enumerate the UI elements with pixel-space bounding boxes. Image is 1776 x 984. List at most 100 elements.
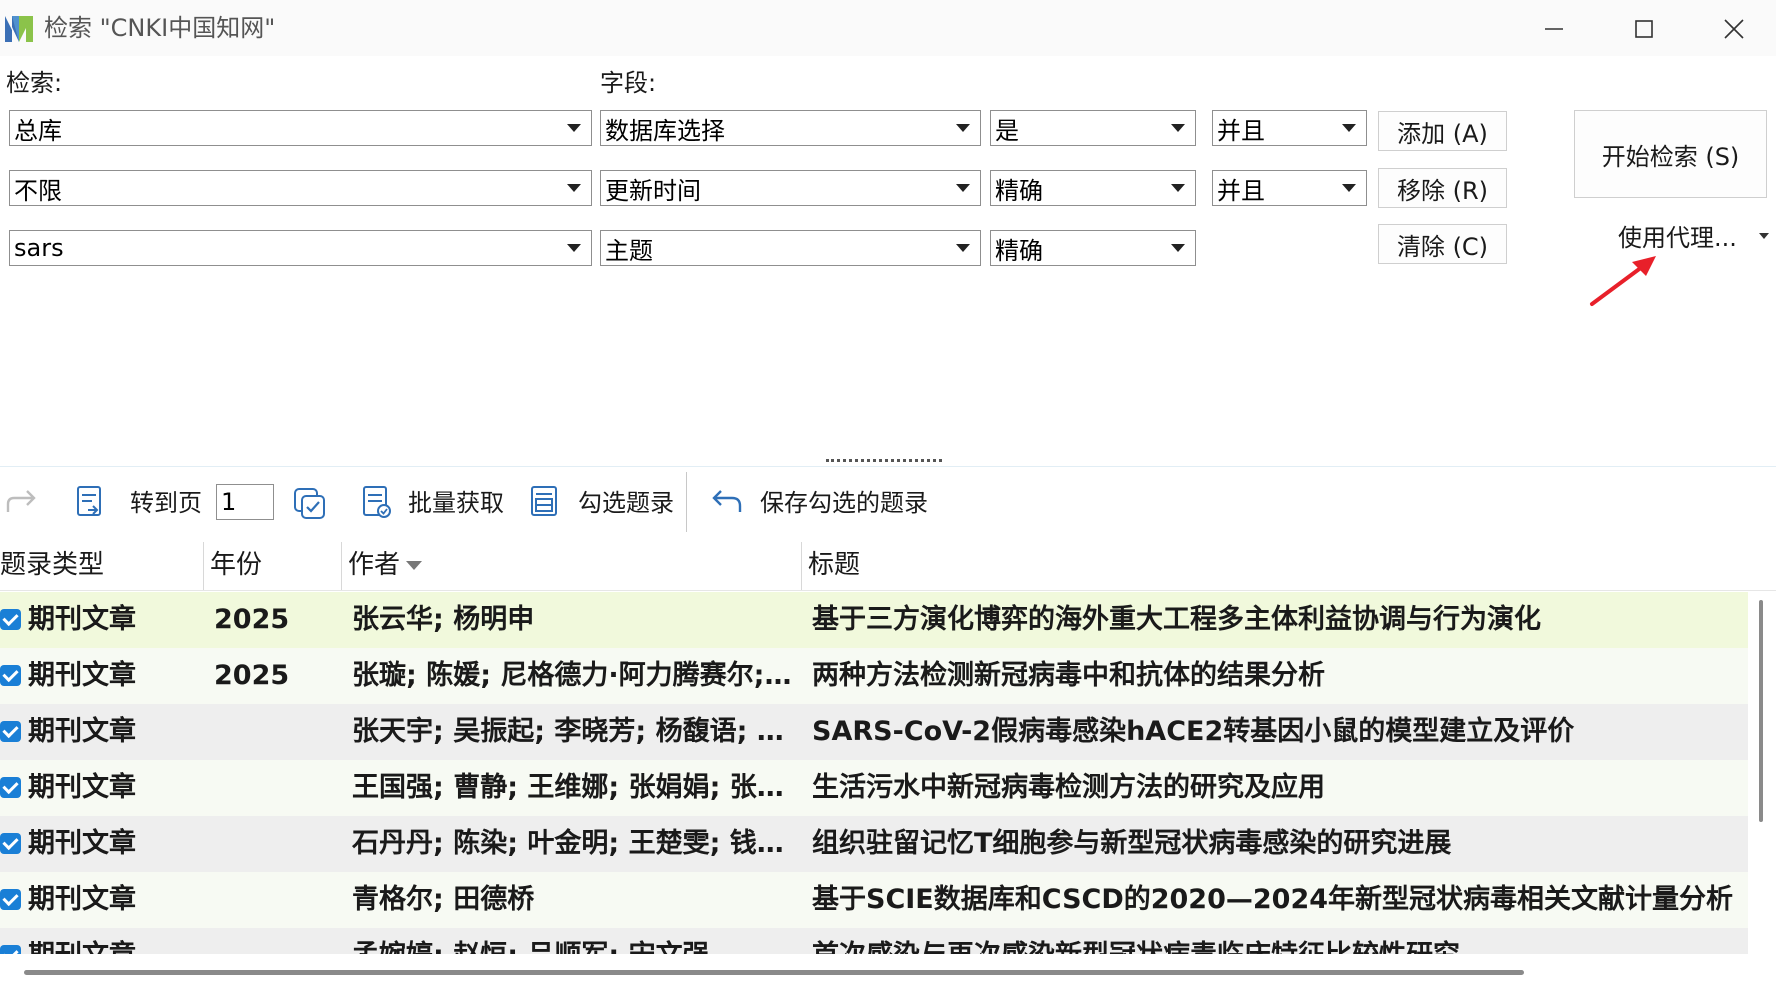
scope-select-1[interactable]: 总库 [9, 110, 592, 146]
splitter-grip[interactable] [826, 459, 942, 466]
scope-select-2-value: 不限 [14, 176, 62, 205]
scope-select-2[interactable]: 不限 [9, 170, 592, 206]
row-year: 2025 [214, 660, 290, 691]
dropdown-arrow-icon [567, 244, 581, 252]
row-title: 组织驻留记忆T细胞参与新型冠状病毒感染的研究进展 [812, 828, 1452, 859]
row-checkbox[interactable] [0, 665, 21, 686]
column-divider[interactable] [341, 542, 342, 590]
logic-select-2[interactable]: 并且 [1212, 170, 1367, 206]
confirm-copy-icon[interactable] [292, 486, 328, 522]
start-search-button[interactable]: 开始检索 (S) [1574, 110, 1767, 198]
row-type: 期刊文章 [28, 660, 136, 691]
table-row[interactable]: 期刊文章 青格尔; 田德桥 基于SCIE数据库和CSCD的2020—2024年新… [0, 872, 1748, 928]
maximize-button[interactable] [1606, 8, 1682, 50]
column-header-title[interactable]: 标题 [808, 540, 860, 590]
search-label: 检索: [6, 69, 63, 97]
scope-select-3[interactable]: sars [9, 230, 592, 266]
match-select-3[interactable]: 精确 [990, 230, 1196, 266]
dropdown-arrow-icon [567, 184, 581, 192]
table-header [0, 540, 1776, 591]
row-checkbox[interactable] [0, 721, 21, 742]
column-header-authors[interactable]: 作者 [348, 540, 423, 590]
table-row[interactable]: 期刊文章 孟婉婷; 赵恒; 吕顺军; 宋文强 首次感染与再次感染新型冠状病毒临床… [0, 928, 1748, 954]
window-title: 检索 "CNKI中国知网" [44, 14, 276, 42]
annotation-arrow-icon [1590, 256, 1656, 306]
row-checkbox[interactable] [0, 889, 21, 910]
row-authors: 张璇; 陈媛; 尼格德力·阿力腾赛尔; ... [352, 660, 796, 691]
table-row[interactable]: 期刊文章 2025 张云华; 杨明申 基于三方演化博弈的海外重大工程多主体利益协… [0, 592, 1748, 648]
add-button[interactable]: 添加 (A) [1378, 111, 1507, 151]
logic-select-2-value: 并且 [1217, 176, 1265, 205]
row-type: 期刊文章 [28, 604, 136, 635]
page-number-input[interactable] [216, 484, 274, 520]
close-button[interactable] [1696, 8, 1772, 50]
select-records-icon[interactable] [526, 484, 562, 520]
row-checkbox[interactable] [0, 833, 21, 854]
field-select-2[interactable]: 更新时间 [600, 170, 981, 206]
row-type: 期刊文章 [28, 772, 136, 803]
use-proxy-label: 使用代理... [1618, 224, 1737, 252]
column-header-authors-label: 作者 [348, 550, 401, 580]
select-records-label[interactable]: 勾选题录 [578, 488, 674, 518]
forward-arrow-icon[interactable] [4, 484, 40, 520]
logic-select-1-value: 并且 [1217, 116, 1265, 145]
match-select-2[interactable]: 精确 [990, 170, 1196, 206]
field-select-3-value: 主题 [605, 236, 653, 265]
row-checkbox[interactable] [0, 609, 21, 630]
save-selected-label[interactable]: 保存勾选的题录 [760, 488, 928, 518]
scope-select-3-value: sars [14, 234, 64, 262]
dropdown-arrow-icon [956, 244, 970, 252]
row-type: 期刊文章 [28, 716, 136, 747]
row-title: 基于SCIE数据库和CSCD的2020—2024年新型冠状病毒相关文献计量分析 [812, 884, 1734, 915]
clear-button[interactable]: 清除 (C) [1378, 224, 1507, 264]
column-divider[interactable] [203, 542, 204, 590]
batch-fetch-icon[interactable] [358, 484, 394, 520]
remove-button[interactable]: 移除 (R) [1378, 168, 1507, 208]
dropdown-arrow-icon [1171, 124, 1185, 132]
batch-fetch-label[interactable]: 批量获取 [408, 488, 504, 518]
use-proxy-dropdown[interactable]: 使用代理... [1618, 218, 1769, 253]
splitter-line [0, 466, 1776, 467]
goto-page-icon[interactable] [72, 484, 108, 520]
table-row[interactable]: 期刊文章 2025 张璇; 陈媛; 尼格德力·阿力腾赛尔; ... 两种方法检测… [0, 648, 1748, 704]
dropdown-arrow-icon [1342, 124, 1356, 132]
field-label: 字段: [600, 69, 657, 97]
dropdown-arrow-icon [956, 124, 970, 132]
row-authors: 石丹丹; 陈染; 叶金明; 王楚雯; 钱国清 [352, 828, 796, 859]
column-header-year[interactable]: 年份 [210, 540, 262, 590]
dropdown-arrow-icon [1171, 244, 1185, 252]
match-select-2-value: 精确 [995, 176, 1043, 205]
row-authors: 张云华; 杨明申 [352, 604, 535, 635]
row-authors: 青格尔; 田德桥 [352, 884, 535, 915]
vertical-scrollbar[interactable] [1759, 600, 1763, 822]
column-divider[interactable] [801, 542, 802, 590]
field-select-1[interactable]: 数据库选择 [600, 110, 981, 146]
dropdown-arrow-icon [1171, 184, 1185, 192]
table-row[interactable]: 期刊文章 张天宇; 吴振起; 李晓芳; 杨馥语; 王... SARS-CoV-2… [0, 704, 1748, 760]
column-header-type[interactable]: 题录类型 [0, 540, 104, 590]
table-row[interactable]: 期刊文章 石丹丹; 陈染; 叶金明; 王楚雯; 钱国清 组织驻留记忆T细胞参与新… [0, 816, 1748, 872]
minimize-icon [1545, 28, 1563, 30]
row-checkbox[interactable] [0, 945, 21, 954]
logic-select-1[interactable]: 并且 [1212, 110, 1367, 146]
match-select-1[interactable]: 是 [990, 110, 1196, 146]
field-select-1-value: 数据库选择 [605, 116, 725, 145]
row-year: 2025 [214, 604, 290, 635]
dropdown-arrow-icon [567, 124, 581, 132]
row-checkbox[interactable] [0, 777, 21, 798]
table-row[interactable]: 期刊文章 王国强; 曹静; 王维娜; 张娟娟; 张媛... 生活污水中新冠病毒检… [0, 760, 1748, 816]
maximize-icon [1635, 20, 1653, 38]
results-table-body: 期刊文章 2025 张云华; 杨明申 基于三方演化博弈的海外重大工程多主体利益协… [0, 592, 1748, 954]
app-logo-icon [5, 16, 33, 42]
match-select-1-value: 是 [995, 116, 1019, 145]
row-authors: 王国强; 曹静; 王维娜; 张娟娟; 张媛... [352, 772, 796, 803]
caret-down-icon [1758, 232, 1769, 239]
row-authors: 张天宇; 吴振起; 李晓芳; 杨馥语; 王... [352, 716, 796, 747]
save-return-arrow-icon[interactable] [708, 484, 744, 520]
row-type: 期刊文章 [28, 884, 136, 915]
dropdown-arrow-icon [1342, 184, 1356, 192]
horizontal-scrollbar[interactable] [24, 970, 1524, 975]
row-title: 基于三方演化博弈的海外重大工程多主体利益协调与行为演化 [812, 604, 1541, 635]
minimize-button[interactable] [1516, 8, 1592, 50]
field-select-3[interactable]: 主题 [600, 230, 981, 266]
